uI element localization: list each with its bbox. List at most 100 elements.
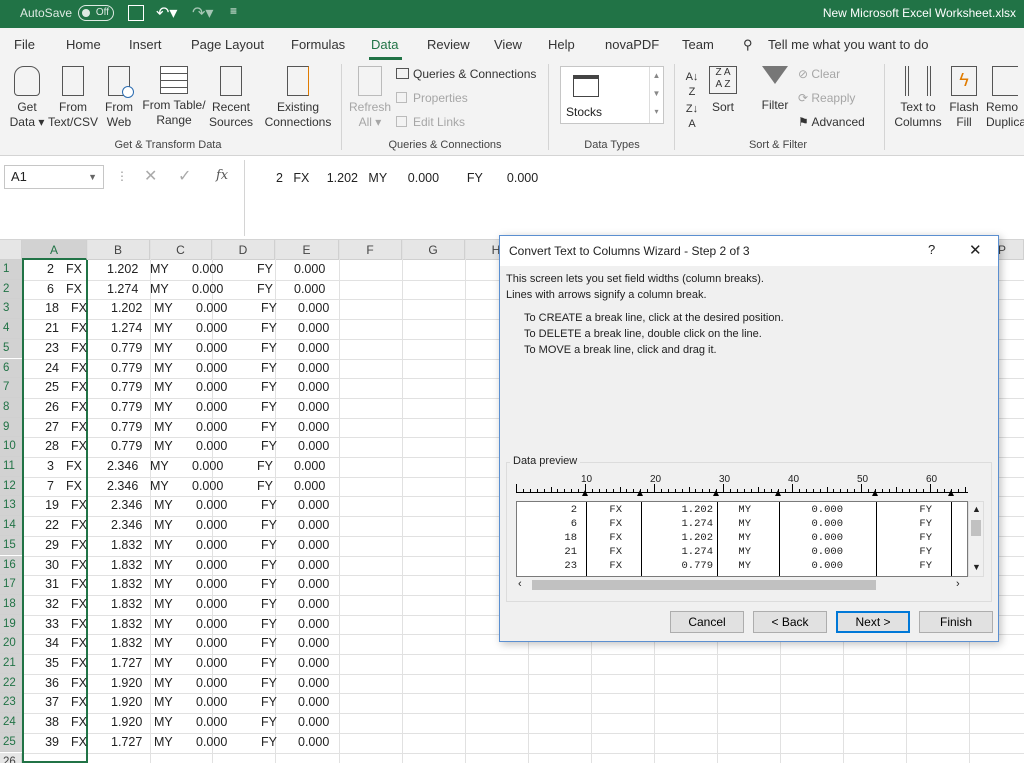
- cell-value[interactable]: 0.000: [196, 299, 236, 319]
- scroll-right-icon[interactable]: ›: [956, 578, 960, 590]
- tab-page-layout[interactable]: Page Layout: [191, 37, 264, 52]
- cell-value[interactable]: FY: [261, 319, 281, 339]
- recent-sources-button[interactable]: Recent Sources: [207, 66, 255, 130]
- cell-value[interactable]: MY: [154, 437, 184, 457]
- save-icon[interactable]: [128, 5, 144, 21]
- cell-value[interactable]: 0.000: [196, 634, 236, 654]
- cell-value[interactable]: FX: [71, 359, 89, 379]
- cell-value[interactable]: FY: [257, 280, 277, 300]
- name-box[interactable]: A1 ▼: [4, 165, 104, 189]
- existing-connections-button[interactable]: Existing Connections: [262, 66, 334, 130]
- cell-value[interactable]: 34: [22, 634, 59, 654]
- cell-value[interactable]: 35: [22, 654, 59, 674]
- cell-value[interactable]: 19: [22, 496, 59, 516]
- undo-icon[interactable]: ↶▾: [156, 3, 177, 23]
- tab-data[interactable]: Data: [371, 37, 398, 52]
- cell-value[interactable]: 0.000: [196, 516, 236, 536]
- cell-value[interactable]: FY: [261, 437, 281, 457]
- break-arrow-icon[interactable]: [582, 490, 588, 496]
- cell-value[interactable]: 32: [22, 595, 59, 615]
- cell-value[interactable]: FX: [71, 693, 89, 713]
- finish-button[interactable]: Finish: [919, 611, 993, 633]
- clear-filter-button[interactable]: ⊘ Clear: [798, 67, 840, 81]
- cell-value[interactable]: FX: [71, 516, 89, 536]
- row-header[interactable]: 26: [0, 752, 22, 763]
- scroll-thumb[interactable]: [971, 520, 981, 536]
- cell-value[interactable]: FY: [261, 398, 281, 418]
- row-header[interactable]: 10: [0, 437, 22, 457]
- cell-value[interactable]: FY: [261, 556, 281, 576]
- enter-formula-icon[interactable]: ✓: [178, 166, 191, 186]
- cell-value[interactable]: 0.000: [196, 654, 236, 674]
- cell-value[interactable]: FY: [257, 477, 277, 497]
- row-header[interactable]: 6: [0, 358, 22, 379]
- row-header[interactable]: 2: [0, 279, 22, 300]
- insert-function-icon[interactable]: fx: [216, 168, 228, 183]
- cell-value[interactable]: 0.000: [196, 674, 236, 694]
- cell-value[interactable]: FY: [261, 615, 281, 635]
- cell-value[interactable]: 0.000: [196, 556, 236, 576]
- column-break-line[interactable]: [951, 502, 952, 576]
- column-header-E[interactable]: E: [275, 240, 339, 260]
- cell-value[interactable]: FY: [261, 378, 281, 398]
- cell-value[interactable]: 0.000: [294, 477, 334, 497]
- properties-button[interactable]: Properties: [396, 91, 468, 105]
- cell-value[interactable]: MY: [150, 477, 180, 497]
- scroll-down-icon[interactable]: ▼: [972, 562, 981, 572]
- column-header-A[interactable]: A: [22, 240, 87, 260]
- cell-value[interactable]: 0.000: [196, 398, 236, 418]
- cell-value[interactable]: 0.000: [298, 654, 338, 674]
- row-header[interactable]: 8: [0, 397, 22, 418]
- cell-value[interactable]: FY: [261, 674, 281, 694]
- select-all-corner[interactable]: [0, 240, 22, 260]
- cell-value[interactable]: 3: [22, 457, 54, 477]
- cell-value[interactable]: MY: [154, 595, 184, 615]
- row-header[interactable]: 12: [0, 476, 22, 497]
- cell-value[interactable]: 38: [22, 713, 59, 733]
- cell-value[interactable]: FY: [261, 595, 281, 615]
- cell-value[interactable]: 0.000: [298, 398, 338, 418]
- help-button[interactable]: ?: [928, 242, 935, 257]
- cell-value[interactable]: 0.000: [196, 536, 236, 556]
- column-header-C[interactable]: C: [150, 240, 212, 260]
- row-header[interactable]: 5: [0, 338, 22, 359]
- cell-value[interactable]: 0.000: [298, 693, 338, 713]
- from-text-button[interactable]: From Text/CSV: [48, 66, 98, 130]
- cell-value[interactable]: 0.000: [196, 378, 236, 398]
- break-arrow-icon[interactable]: [713, 490, 720, 496]
- cell-value[interactable]: FY: [257, 457, 277, 477]
- cell-value[interactable]: FX: [71, 536, 89, 556]
- cell-value[interactable]: MY: [154, 556, 184, 576]
- cell-value[interactable]: MY: [154, 575, 184, 595]
- column-ruler[interactable]: 10 20 30 40 50 60: [516, 474, 968, 496]
- cell-value[interactable]: MY: [154, 299, 184, 319]
- lightbulb-search-icon[interactable]: ⚲: [743, 37, 753, 53]
- tab-novapdf[interactable]: novaPDF: [605, 37, 659, 52]
- cell-value[interactable]: 26: [22, 398, 59, 418]
- cell-value[interactable]: 0.000: [196, 595, 236, 615]
- edit-links-button[interactable]: Edit Links: [396, 115, 465, 129]
- cell-value[interactable]: 18: [22, 299, 59, 319]
- tab-file[interactable]: File: [14, 37, 35, 52]
- cell-value[interactable]: 0.000: [192, 280, 232, 300]
- scroll-up-icon[interactable]: ▲: [972, 504, 981, 514]
- cell-value[interactable]: 0.000: [196, 418, 236, 438]
- from-web-button[interactable]: From Web: [100, 66, 138, 130]
- cell-value[interactable]: FY: [261, 299, 281, 319]
- data-types-gallery[interactable]: Stocks ▲ ▼ ▾: [560, 66, 664, 124]
- preview-vertical-scrollbar[interactable]: ▲ ▼: [968, 501, 984, 577]
- cell-value[interactable]: MY: [154, 319, 184, 339]
- text-to-columns-button[interactable]: Text to Columns: [892, 66, 944, 130]
- row-header[interactable]: 22: [0, 673, 22, 694]
- column-header-F[interactable]: F: [339, 240, 402, 260]
- row-header[interactable]: 3: [0, 299, 22, 320]
- cell-value[interactable]: FX: [71, 398, 89, 418]
- tab-help[interactable]: Help: [548, 37, 575, 52]
- cell-value[interactable]: 0.000: [192, 457, 232, 477]
- cell-value[interactable]: 29: [22, 536, 59, 556]
- cell-value[interactable]: FY: [257, 260, 277, 280]
- cell-value[interactable]: MY: [154, 496, 184, 516]
- cell-value[interactable]: 7: [22, 477, 54, 497]
- cell-value[interactable]: 0.000: [298, 575, 338, 595]
- row-header[interactable]: 17: [0, 575, 22, 595]
